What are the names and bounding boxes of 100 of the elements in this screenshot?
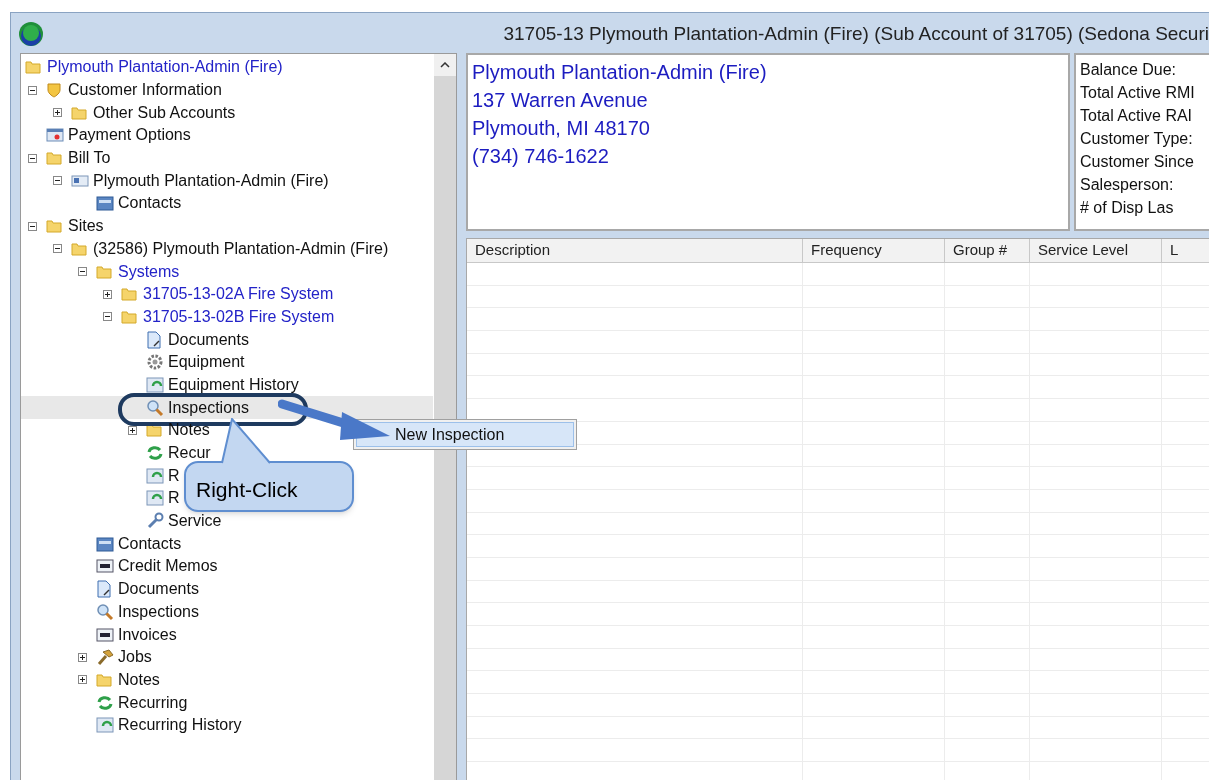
address-line: 137 Warren Avenue [472, 88, 649, 113]
summary-label: Customer Type: [1080, 129, 1194, 149]
tree-item[interactable]: Recurring [21, 691, 188, 714]
expand-icon[interactable] [53, 108, 62, 118]
callout-text: Right-Click [196, 477, 298, 503]
folder-icon [71, 105, 87, 120]
tree-item[interactable]: Jobs [21, 645, 152, 669]
tree-item[interactable]: 31705-13-02B Fire System [21, 305, 335, 329]
tree-label: R [168, 465, 180, 486]
folder-icon [146, 423, 162, 438]
column-header[interactable]: Service Level [1030, 239, 1162, 262]
tree-item[interactable]: Sites [21, 214, 104, 238]
tree-item[interactable]: Documents [21, 577, 199, 601]
summary-label: Total Active RAI [1080, 106, 1194, 126]
tree-item[interactable]: Service [21, 509, 222, 533]
tree-label: Equipment History [168, 374, 299, 395]
search-icon [96, 602, 114, 621]
search-icon [146, 398, 164, 417]
caret-icon [440, 62, 450, 68]
tree-label: Service [168, 511, 222, 532]
document-icon [96, 580, 112, 599]
tree-item[interactable]: 31705-13-02A Fire System [21, 282, 334, 306]
tree-item[interactable]: (32586) Plymouth Plantation-Admin (Fire) [21, 237, 389, 261]
tree-item[interactable]: Contacts [21, 532, 182, 556]
column-header[interactable]: Group # [945, 239, 1030, 262]
summary-label: Total Active RMI [1080, 83, 1196, 103]
expand-icon[interactable] [78, 675, 87, 685]
column-header[interactable]: Description [467, 239, 803, 262]
hammer-icon [96, 649, 114, 666]
tree-label: Notes [118, 669, 160, 690]
tree-label: Other Sub Accounts [93, 102, 236, 123]
folder-icon [96, 264, 112, 279]
tree-label: Documents [118, 579, 199, 600]
chart-window-icon [146, 467, 164, 484]
chart-window-icon [146, 376, 164, 393]
address-line: (734) 746-1622 [472, 144, 610, 169]
collapse-icon[interactable] [103, 312, 112, 322]
column-header[interactable]: Frequency [803, 239, 945, 262]
tree-label: Recurring History [118, 715, 242, 736]
collapse-icon[interactable] [78, 267, 87, 277]
tree-label: Plymouth Plantation-Admin (Fire) [47, 57, 283, 78]
card-icon [46, 128, 64, 143]
address-line: Plymouth, MI 48170 [472, 116, 651, 141]
tree-label: R [168, 488, 180, 509]
tree-label: Notes [168, 420, 210, 441]
tree-item[interactable]: Contacts [21, 192, 182, 215]
expand-icon[interactable] [103, 289, 112, 299]
app-logo-icon [18, 21, 44, 47]
document-icon [146, 330, 162, 349]
tree-label: Contacts [118, 193, 182, 214]
collapse-icon[interactable] [28, 85, 37, 95]
folder-icon [25, 60, 41, 75]
chart-window-icon [146, 490, 164, 507]
tree-item[interactable]: Plymouth Plantation-Admin (Fire) [21, 56, 283, 79]
tree-item[interactable]: Plymouth Plantation-Admin (Fire) [21, 169, 329, 193]
tree-item[interactable]: Notes [21, 668, 160, 692]
tree-item[interactable]: Customer Information [21, 78, 222, 102]
expand-icon[interactable] [128, 425, 137, 435]
folder-icon [46, 219, 62, 234]
address-line: Plymouth Plantation-Admin (Fire) [472, 60, 768, 85]
tree-label: Systems [118, 261, 180, 282]
tree-item[interactable]: Other Sub Accounts [21, 101, 236, 125]
recycle-arrows-icon [96, 694, 114, 711]
chart-window-icon [96, 717, 114, 734]
tree-item[interactable]: Recurring History [21, 713, 242, 737]
shield-icon [46, 82, 62, 99]
tree-item[interactable]: Equipment History [21, 373, 299, 397]
id-card-icon [71, 174, 89, 187]
tree-item[interactable]: Systems [21, 260, 180, 283]
tree-label: Jobs [118, 647, 152, 668]
menu-item[interactable]: New Inspection [356, 422, 574, 447]
collapse-icon[interactable] [53, 176, 62, 186]
tree-label: 31705-13-02A Fire System [143, 284, 334, 305]
tree-item[interactable]: Credit Memos [21, 555, 218, 578]
summary-label: # of Disp Las [1080, 198, 1175, 218]
collapse-icon[interactable] [28, 221, 37, 231]
tree-item[interactable]: Recur [21, 441, 211, 465]
tree-item[interactable]: Documents [21, 328, 249, 351]
folder-icon [46, 151, 62, 166]
tree-label: Inspections [118, 601, 199, 622]
tree-item[interactable]: Invoices [21, 623, 177, 646]
collapse-icon[interactable] [28, 153, 37, 163]
window-title: 31705-13 Plymouth Plantation-Admin (Fire) (Sub Account of 31705) (Sedona Securi [503, 21, 1209, 46]
gear-icon [146, 353, 164, 372]
tree-item[interactable]: R [21, 464, 180, 488]
expand-icon[interactable] [78, 652, 87, 662]
tree-item[interactable]: Payment Options [21, 124, 191, 147]
tree-label: Contacts [118, 533, 182, 554]
column-header[interactable]: L [1162, 239, 1209, 262]
tree-item[interactable]: Bill To [21, 146, 111, 170]
tree-item[interactable]: Equipment [21, 350, 245, 374]
folder-icon [121, 287, 137, 302]
tree-item[interactable]: R [21, 487, 180, 510]
tree-label: Invoices [118, 624, 177, 645]
collapse-icon[interactable] [53, 244, 62, 254]
scroll-up-button[interactable] [434, 54, 456, 76]
tree-item[interactable]: Inspections [21, 600, 199, 624]
tree-label: Recurring [118, 692, 188, 713]
tree-label: Inspections [168, 397, 249, 418]
tree-item[interactable]: Notes [21, 419, 210, 442]
